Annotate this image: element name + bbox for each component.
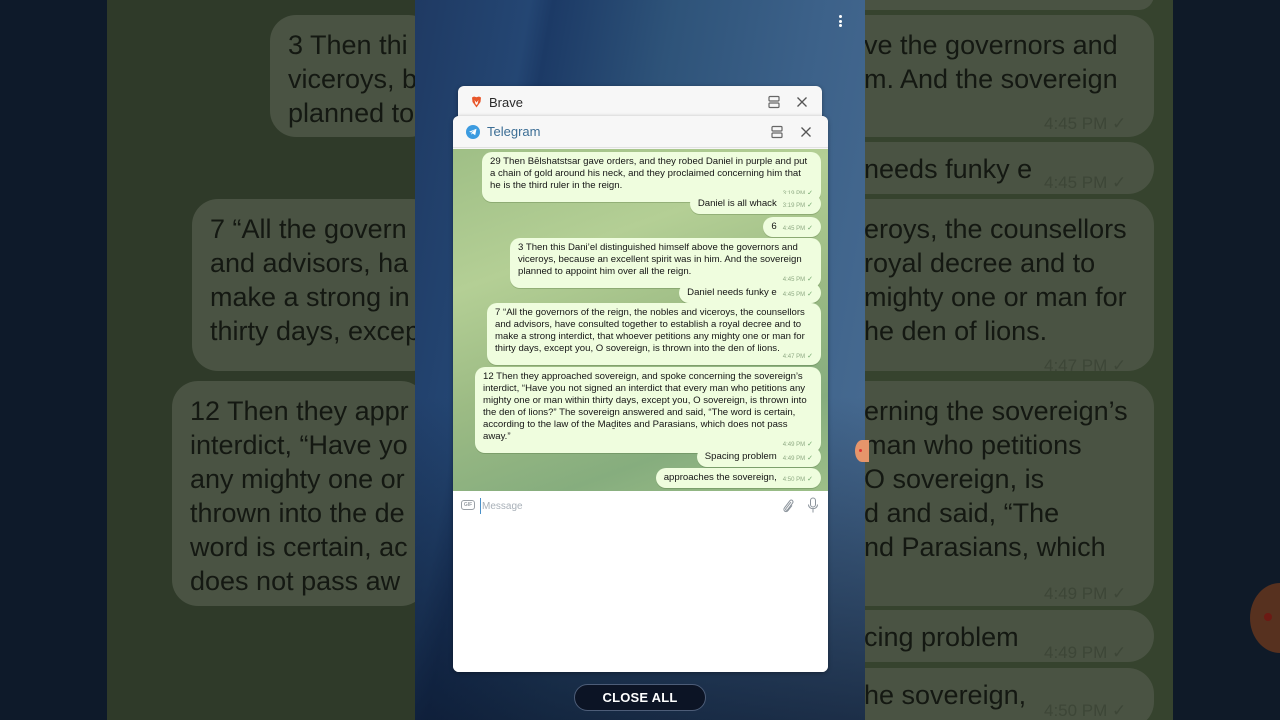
message-text: Spacing problem bbox=[704, 451, 777, 462]
sent-check-icon: ✓ bbox=[807, 476, 813, 483]
bg-line: planned to bbox=[288, 98, 415, 128]
bg-line: eroys, the counsellors bbox=[864, 214, 1127, 244]
bg-line: does not pass aw bbox=[190, 566, 401, 596]
microphone-icon[interactable] bbox=[807, 497, 819, 514]
message-meta: 4:45 PM ✓ bbox=[782, 225, 813, 232]
message-text: Daniel needs funky e bbox=[687, 287, 777, 298]
bg-bubble: erning the sovereign’s man who petitions… bbox=[864, 381, 1154, 606]
message-text: Daniel is all whack bbox=[697, 198, 777, 209]
chat-message[interactable]: 12 Then they approached sovereign, and s… bbox=[475, 367, 821, 453]
bg-timestamp: 4:49 PM ✓ bbox=[1044, 584, 1127, 603]
more-options-icon[interactable] bbox=[836, 15, 844, 29]
bg-line: royal decree and to bbox=[864, 248, 1096, 278]
close-all-button[interactable]: CLOSE ALL bbox=[574, 684, 706, 711]
bg-line: interdict, “Have yo bbox=[190, 430, 408, 460]
bg-line: he den of lions. bbox=[864, 316, 1048, 346]
message-meta: 4:50 PM ✓ bbox=[782, 476, 813, 483]
background-app-left: 3 Then thi viceroys, b planned to 7 “All… bbox=[107, 0, 417, 720]
chat-message[interactable]: 3 Then this Dani’el distinguished himsel… bbox=[510, 238, 821, 288]
chat-message[interactable]: Daniel needs funky e 4:45 PM ✓ bbox=[679, 283, 821, 303]
bg-bubble: cing problem 4:49 PM ✓ bbox=[864, 610, 1154, 662]
bg-line: O sovereign, is bbox=[864, 464, 1045, 494]
bg-line: thrown into the de bbox=[190, 498, 405, 528]
bg-timestamp: 4:50 PM ✓ bbox=[1044, 701, 1127, 720]
bg-bubble: 12 Then they appr interdict, “Have yo an… bbox=[172, 381, 417, 606]
sent-check-icon: ✓ bbox=[807, 276, 813, 283]
bg-timestamp: 4:47 PM ✓ bbox=[1044, 356, 1127, 375]
recent-apps-screen: 3 Then thi viceroys, b planned to 7 “All… bbox=[0, 0, 1280, 720]
message-text: 7 “All the governors of the reign, the n… bbox=[495, 307, 805, 354]
message-meta: 4:45 PM ✓ bbox=[782, 291, 813, 298]
bg-bubble: eroys, the counsellors royal decree and … bbox=[864, 199, 1154, 375]
bg-line: viceroys, b bbox=[288, 64, 417, 94]
chat-history[interactable]: 29 Then Bēlshatstsar gave orders, and th… bbox=[453, 149, 828, 491]
message-text: 29 Then Bēlshatstsar gave orders, and th… bbox=[490, 156, 808, 191]
floating-chat-head-icon[interactable] bbox=[855, 440, 869, 462]
bg-line: 3 Then thi bbox=[288, 30, 408, 60]
bg-bubble bbox=[864, 0, 1154, 10]
bg-line: ve the governors and bbox=[864, 30, 1118, 60]
message-text: approaches the sovereign, bbox=[663, 472, 777, 483]
background-app-right: ve the governors and m. And the sovereig… bbox=[864, 0, 1174, 720]
message-text: 3 Then this Dani’el distinguished himsel… bbox=[518, 242, 802, 277]
message-text: 6 bbox=[771, 221, 777, 232]
card-title: Brave bbox=[489, 94, 523, 110]
bg-timestamp: 4:49 PM ✓ bbox=[1044, 643, 1127, 662]
bg-line: man who petitions bbox=[864, 430, 1082, 460]
bg-bubble: ve the governors and m. And the sovereig… bbox=[864, 15, 1154, 137]
bg-line: thirty days, excep bbox=[210, 316, 417, 346]
bg-line: d and said, “The bbox=[864, 498, 1060, 528]
message-meta: 4:49 PM ✓ bbox=[782, 455, 813, 462]
chat-message[interactable]: Spacing problem 4:49 PM ✓ bbox=[696, 447, 821, 467]
bg-line: erning the sovereign’s bbox=[864, 396, 1128, 426]
close-icon[interactable] bbox=[794, 94, 810, 110]
bg-bubble: 7 “All the govern and advisors, ha make … bbox=[192, 199, 417, 371]
sent-check-icon: ✓ bbox=[807, 291, 813, 298]
bg-timestamp: 4:45 PM ✓ bbox=[1044, 173, 1127, 192]
bg-line: mighty one or man for bbox=[864, 282, 1127, 312]
split-screen-icon[interactable] bbox=[769, 124, 785, 140]
sent-check-icon: ✓ bbox=[807, 353, 813, 360]
recent-app-card-telegram[interactable]: Telegram 29 Then Bēlshatstsar gave order… bbox=[453, 116, 828, 672]
bg-line: nd Parasians, which bbox=[864, 532, 1106, 562]
bg-line: 7 “All the govern bbox=[210, 214, 407, 244]
message-input[interactable] bbox=[480, 498, 770, 514]
bg-line: m. And the sovereign bbox=[864, 64, 1118, 94]
bg-line: any mighty one or bbox=[190, 464, 405, 494]
split-screen-icon[interactable] bbox=[766, 94, 782, 110]
message-composer: GIF bbox=[453, 491, 828, 672]
bg-line: 12 Then they appr bbox=[190, 396, 409, 426]
bg-bubble: needs funky e 4:45 PM ✓ bbox=[864, 142, 1154, 194]
brave-lion-icon bbox=[472, 96, 481, 108]
gif-icon[interactable]: GIF bbox=[461, 500, 475, 510]
sent-check-icon: ✓ bbox=[807, 455, 813, 462]
bg-bubble: 3 Then thi viceroys, b planned to bbox=[270, 15, 417, 137]
message-meta: 3:19 PM✓ bbox=[782, 202, 813, 209]
bg-line: word is certain, ac bbox=[190, 532, 408, 562]
telegram-plane-icon bbox=[466, 124, 480, 139]
sent-check-icon: ✓ bbox=[807, 225, 813, 232]
bg-timestamp: 4:45 PM ✓ bbox=[1044, 114, 1127, 133]
chat-message[interactable]: Daniel is all whack 3:19 PM ✓ bbox=[689, 194, 821, 214]
chat-message[interactable]: 6 4:45 PM ✓ bbox=[763, 217, 821, 237]
chat-message[interactable]: 7 “All the governors of the reign, the n… bbox=[487, 303, 821, 365]
attach-icon[interactable] bbox=[781, 498, 795, 514]
bg-line: and advisors, ha bbox=[210, 248, 409, 278]
bg-bubble: he sovereign, 4:50 PM ✓ bbox=[864, 668, 1154, 720]
bg-line: make a strong in bbox=[210, 282, 410, 312]
message-text: 12 Then they approached sovereign, and s… bbox=[483, 371, 807, 442]
close-icon[interactable] bbox=[798, 124, 814, 140]
chat-message[interactable]: approaches the sovereign, 4:50 PM ✓ bbox=[655, 468, 821, 488]
card-title: Telegram bbox=[487, 124, 541, 139]
sent-check-icon: ✓ bbox=[807, 202, 813, 209]
